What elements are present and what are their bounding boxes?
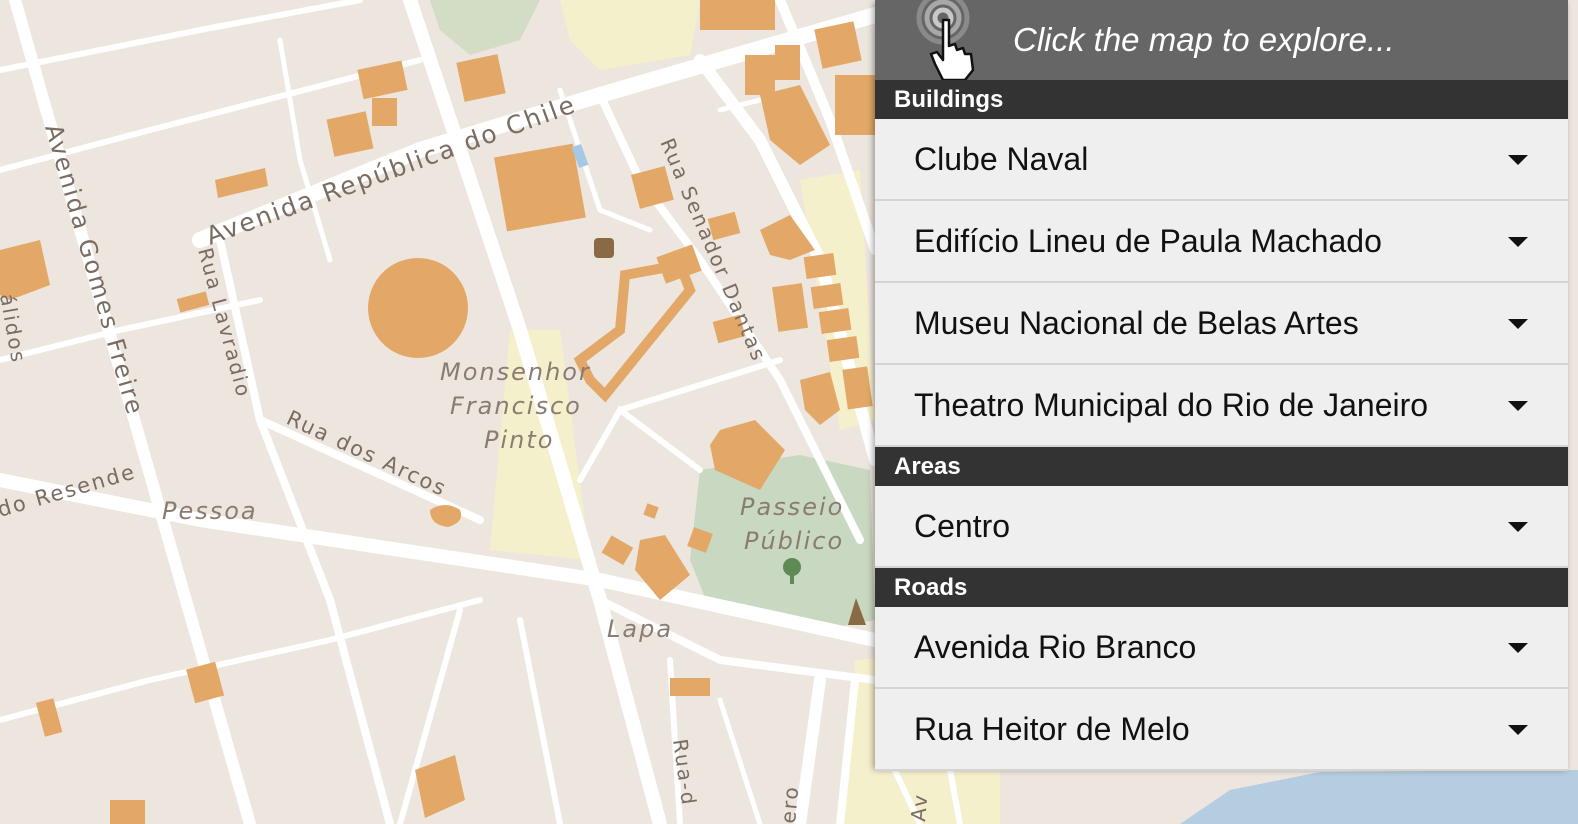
chevron-down-icon[interactable] [1508,401,1528,411]
building [835,75,875,135]
building [803,253,837,279]
building [775,45,800,80]
building [456,54,506,102]
building [745,55,775,95]
list-item-edificio-lineu[interactable]: Edifício Lineu de Paula Machado [875,201,1568,283]
list-item-clube-naval[interactable]: Clube Naval [875,119,1568,201]
cathedral-building [368,258,468,358]
section-header-areas: Areas [875,447,1568,486]
tree-icon [783,558,801,576]
building [818,308,852,334]
building [494,143,586,232]
place-label: Público [744,527,844,555]
list-item-avenida-rio-branco[interactable]: Avenida Rio Branco [875,607,1568,689]
street-label: Av [906,792,932,822]
list-item-label: Centro [914,508,1011,544]
place-label: Pinto [484,426,554,454]
building [810,283,844,309]
place-label: Francisco [450,392,582,420]
place-label: Lapa [607,615,673,643]
chevron-down-icon[interactable] [1508,319,1528,329]
chevron-down-icon[interactable] [1508,725,1528,735]
list-item-rua-heitor-de-melo[interactable]: Rua Heitor de Melo [875,689,1568,771]
list-item-label: Rua Heitor de Melo [914,711,1190,747]
place-label: Pessoa [162,497,258,525]
list-item-museu-nacional[interactable]: Museu Nacional de Belas Artes [875,283,1568,365]
building [372,98,397,126]
building [670,678,710,696]
bus-stop-icon [594,238,614,258]
panel-header: Click the map to explore... [875,0,1568,82]
chevron-down-icon[interactable] [1508,522,1528,532]
building [826,336,860,362]
building [772,283,809,332]
chevron-down-icon[interactable] [1508,237,1528,247]
building [814,21,862,69]
list-item-centro[interactable]: Centro [875,486,1568,568]
list-item-label: Theatro Municipal do Rio de Janeiro [914,387,1429,423]
building [700,0,775,30]
chevron-down-icon[interactable] [1508,155,1528,165]
place-label: Passeio [740,493,844,521]
street-label: ero [776,784,803,824]
list-item-label: Museu Nacional de Belas Artes [914,305,1359,341]
list-item-theatro-municipal[interactable]: Theatro Municipal do Rio de Janeiro [875,365,1568,447]
list-item-label: Edifício Lineu de Paula Machado [914,223,1382,259]
section-header-buildings: Buildings [875,80,1568,119]
list-item-label: Clube Naval [914,141,1089,177]
section-header-roads: Roads [875,568,1568,607]
header-text: Click the map to explore... [1013,21,1395,58]
chevron-down-icon[interactable] [1508,643,1528,653]
explore-panel: Click the map to explore... Buildings Cl… [875,0,1568,771]
building [110,800,145,824]
pointer-hand-icon [913,0,985,82]
place-label: Monsenhor [440,358,591,386]
building [326,111,374,157]
list-item-label: Avenida Rio Branco [914,629,1197,665]
